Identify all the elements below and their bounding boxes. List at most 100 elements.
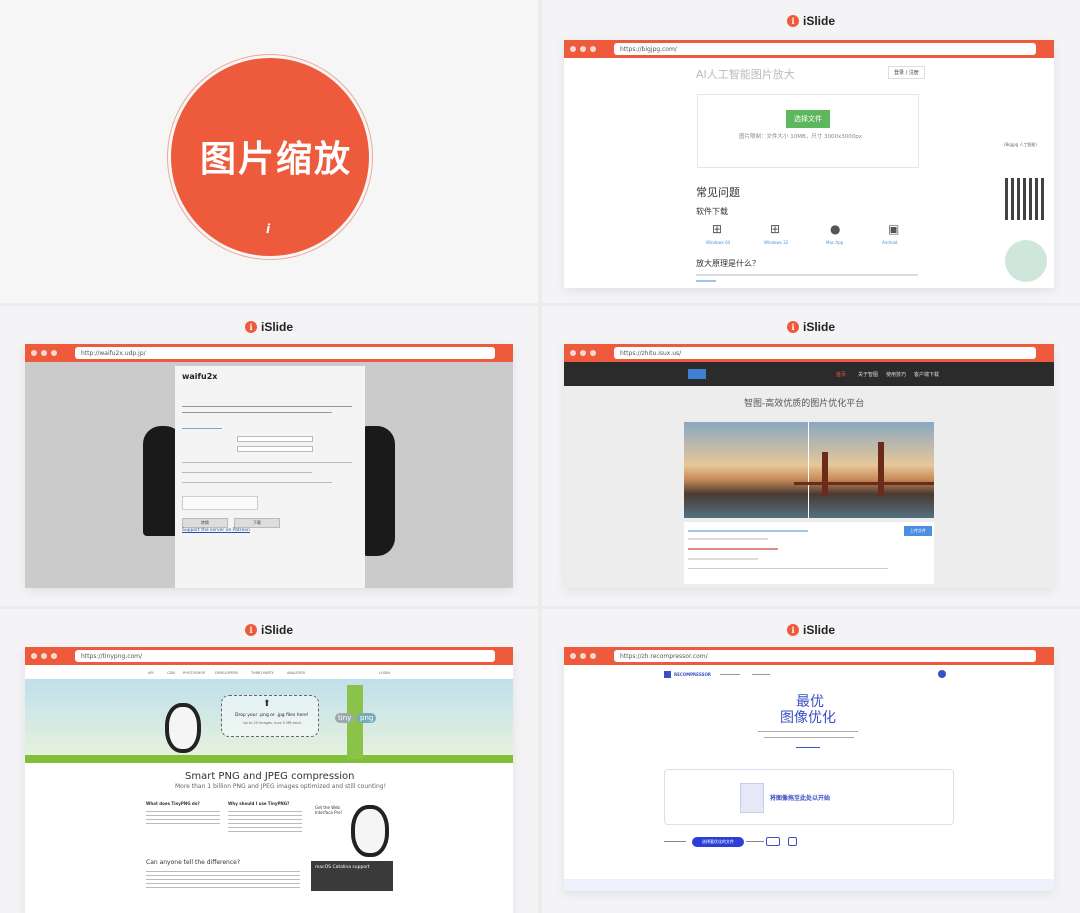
panel-recompressor: i iSlide https://zh.recompressor.com/ REC… [542, 609, 1080, 913]
panel-tinypng: i iSlide https://tinypng.com/ API CDN PHO… [0, 609, 538, 913]
compare-divider[interactable] [808, 422, 809, 518]
slide-grid: 图片缩放 i i iSlide https://bigjpg.com/ AI人工智… [0, 0, 1080, 913]
nav-item[interactable]: CDN [167, 671, 175, 675]
panel-bigjpg: i iSlide https://bigjpg.com/ AI人工智能图片放大 登… [542, 0, 1080, 303]
patreon-link[interactable]: Support the server on Patreon [182, 528, 250, 533]
option-box[interactable] [766, 837, 780, 846]
nav-download[interactable]: 客户端下载 [914, 371, 939, 378]
faq-q1: What does TinyPNG do? [146, 801, 200, 806]
cover-glyph: i [266, 222, 271, 236]
islide-logo: i iSlide [786, 320, 835, 334]
nav-home[interactable]: 首页 [836, 371, 846, 378]
download-button[interactable]: 下载 [234, 518, 280, 528]
zhitu-logo [688, 369, 706, 379]
waifu-title: waifu2x [182, 372, 218, 381]
panda-king [351, 805, 389, 857]
islide-mark-icon: i [786, 624, 799, 636]
compare-image[interactable] [684, 422, 934, 518]
nav-item[interactable]: LOGIN [379, 671, 390, 675]
browser-titlebar: https://zhitu.isux.us/ [564, 344, 1054, 362]
browser-titlebar: https://bigjpg.com/ [564, 40, 1054, 58]
browser-window: https://bigjpg.com/ AI人工智能图片放大 登录 / 注册 选… [564, 40, 1054, 288]
footer-band [564, 879, 1054, 891]
nav-item[interactable]: ANALYZER [287, 671, 305, 675]
nav-item[interactable]: THIRD PARTY [251, 671, 274, 675]
lang-switch[interactable] [938, 670, 946, 678]
faq-q4: Can anyone tell the difference? [146, 859, 241, 866]
nav-about[interactable]: 关于智图 [858, 371, 878, 378]
url-input[interactable] [237, 436, 313, 442]
download-heading: 软件下载 [696, 207, 728, 216]
zhitu-navbar [564, 362, 1054, 386]
nav-item[interactable]: API [148, 671, 154, 675]
faq-q3: Get the Web Interface Pro! [315, 805, 343, 815]
principle-heading: 放大原理是什么？ [696, 259, 760, 268]
browser-titlebar: http://waifu2x.udp.jp/ [25, 344, 513, 362]
nav-item[interactable]: DEVELOPERS [215, 671, 238, 675]
option-box[interactable] [788, 837, 797, 846]
headline: Smart PNG and JPEG compression [185, 771, 355, 782]
islide-mark-icon: i [244, 624, 257, 636]
tiny-badge: tiny [335, 713, 355, 723]
cover-title: 图片缩放 [200, 139, 353, 180]
login-button[interactable]: 登录 / 注册 [888, 66, 925, 79]
panel-waifu2x: i iSlide http://waifu2x.udp.jp/ waifu2x 转… [0, 306, 538, 606]
bridge-deck [794, 482, 934, 485]
apple-icon[interactable]: ● [830, 222, 840, 236]
os-label[interactable]: Mac App [826, 240, 843, 245]
islide-logo: i iSlide [244, 623, 293, 637]
browser-window: https://tinypng.com/ API CDN PHOTOSHOP D… [25, 647, 513, 913]
file-stack-icon [740, 783, 764, 813]
faq-q2: Why should I use TinyPNG? [228, 801, 290, 806]
address-bar[interactable]: https://tinypng.com/ [75, 650, 495, 662]
drop-text: 将图像拖至此处以开始 [770, 795, 831, 802]
islide-logo: i iSlide [786, 623, 835, 637]
address-bar[interactable]: https://zh.recompressor.com/ [614, 650, 1036, 662]
os-label[interactable]: Windows 32 [764, 240, 788, 245]
png-badge: png [357, 713, 377, 723]
mac-support-text: macOS Catalina support [315, 865, 370, 870]
nav-tips[interactable]: 使用技巧 [886, 371, 906, 378]
windows-icon[interactable]: ⊞ [712, 222, 722, 236]
nav-item[interactable]: PHOTOSHOP [183, 671, 205, 675]
convert-button[interactable]: 转换 [182, 518, 228, 528]
grass-strip [25, 755, 513, 763]
islide-logo: i iSlide [786, 14, 835, 28]
mascot-qr [1005, 240, 1047, 282]
bridge-tower [878, 442, 884, 496]
right-character [363, 426, 395, 556]
os-label[interactable]: Android [882, 240, 897, 245]
address-bar[interactable]: https://zhitu.isux.us/ [614, 347, 1036, 359]
upload-file-button[interactable]: 上传文件 [904, 526, 932, 536]
android-icon[interactable]: ▣ [888, 222, 899, 236]
qr-code [1005, 178, 1047, 220]
select-files-button[interactable]: 选择要优化的文件 [692, 837, 744, 847]
browser-window: https://zh.recompressor.com/ RECOMPRESSO… [564, 647, 1054, 891]
address-bar[interactable]: https://bigjpg.com/ [614, 43, 1036, 55]
browser-window: http://waifu2x.udp.jp/ waifu2x 转换 下载 Sup… [25, 344, 513, 588]
zhitu-headline: 智图-高效优质的图片优化平台 [744, 399, 865, 409]
drop-subtext: Up to 20 images, max 5 MB each. [243, 721, 303, 725]
captcha-box[interactable] [182, 496, 258, 510]
upload-limits: 图片限制：文件大小 10MB，尺寸 3000x3000px [739, 134, 863, 140]
islide-mark-icon: i [786, 321, 799, 333]
upload-button[interactable]: 选择文件 [786, 110, 830, 128]
browser-titlebar: https://zh.recompressor.com/ [564, 647, 1054, 665]
headline-2: 图像优化 [780, 710, 836, 726]
address-bar[interactable]: http://waifu2x.udp.jp/ [75, 347, 495, 359]
file-input[interactable] [237, 446, 313, 452]
upload-box[interactable] [697, 94, 919, 168]
islide-logo: i iSlide [244, 320, 293, 334]
brand-icon [664, 671, 671, 678]
upload-icon: ⬆ [263, 699, 271, 709]
islide-mark-icon: i [786, 15, 799, 27]
bridge-tower [822, 452, 828, 496]
qr-caption: (Bigjpg 人工智能) [1004, 142, 1037, 147]
brand-name: RECOMPRESSOR [674, 672, 711, 677]
faq-heading: 常见问题 [696, 186, 740, 199]
subline: More than 1 billion PNG and JPEG images … [175, 783, 386, 790]
cover-panel: 图片缩放 i [0, 0, 538, 303]
browser-titlebar: https://tinypng.com/ [25, 647, 513, 665]
windows32-icon[interactable]: ⊞ [770, 222, 780, 236]
os-label[interactable]: Windows 64 [706, 240, 730, 245]
